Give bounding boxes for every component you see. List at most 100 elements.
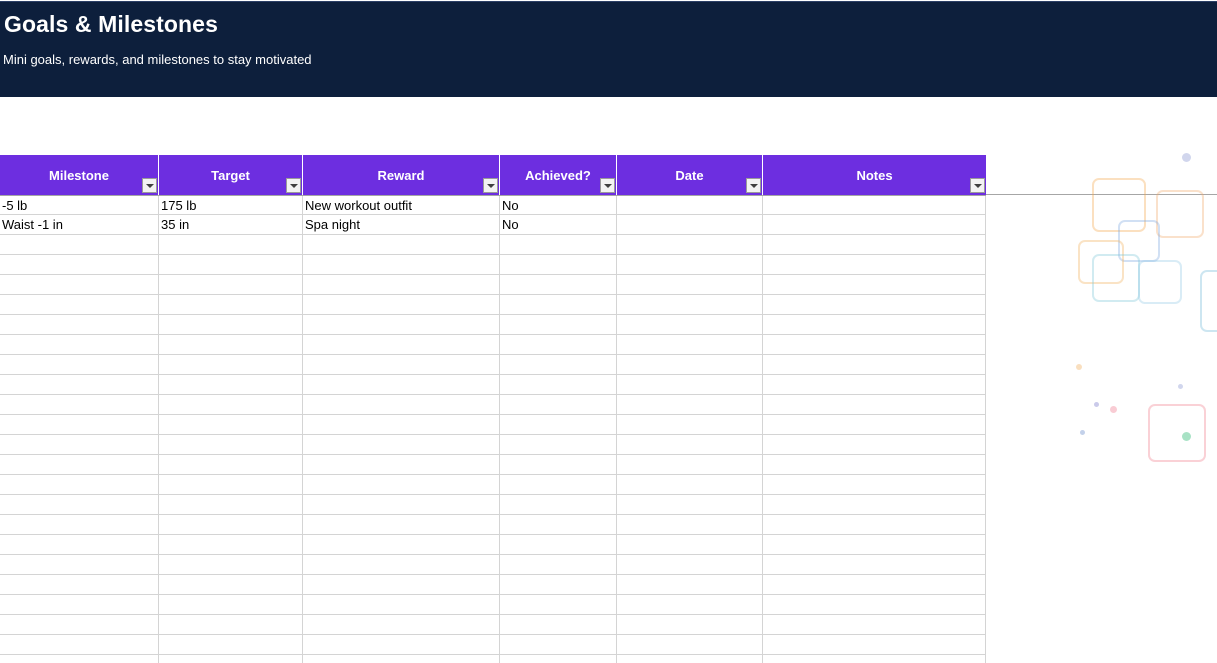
cell-target[interactable] xyxy=(159,435,303,454)
cell-notes[interactable] xyxy=(763,595,986,614)
cell-notes[interactable] xyxy=(763,196,986,215)
cell-milestone[interactable] xyxy=(0,395,159,414)
cell-reward[interactable] xyxy=(303,375,500,394)
cell-date[interactable] xyxy=(617,375,763,394)
cell-notes[interactable] xyxy=(763,255,986,274)
cell-reward[interactable] xyxy=(303,235,500,254)
cell-date[interactable] xyxy=(617,215,763,234)
cell-milestone[interactable] xyxy=(0,435,159,454)
cell-achieved[interactable]: No xyxy=(500,215,617,234)
cell-achieved[interactable] xyxy=(500,355,617,374)
cell-target[interactable] xyxy=(159,575,303,594)
cell-reward[interactable] xyxy=(303,515,500,534)
cell-date[interactable] xyxy=(617,295,763,314)
cell-milestone[interactable] xyxy=(0,375,159,394)
cell-notes[interactable] xyxy=(763,535,986,554)
cell-milestone[interactable] xyxy=(0,475,159,494)
cell-achieved[interactable] xyxy=(500,575,617,594)
cell-target[interactable] xyxy=(159,275,303,294)
cell-milestone[interactable] xyxy=(0,575,159,594)
cell-target[interactable] xyxy=(159,315,303,334)
filter-dropdown-icon[interactable] xyxy=(286,178,301,193)
column-header-target[interactable]: Target xyxy=(159,155,303,195)
cell-date[interactable] xyxy=(617,355,763,374)
cell-achieved[interactable] xyxy=(500,595,617,614)
cell-achieved[interactable] xyxy=(500,455,617,474)
cell-target[interactable] xyxy=(159,635,303,654)
cell-reward[interactable] xyxy=(303,575,500,594)
cell-reward[interactable] xyxy=(303,315,500,334)
cell-notes[interactable] xyxy=(763,315,986,334)
cell-target[interactable] xyxy=(159,595,303,614)
cell-milestone[interactable] xyxy=(0,255,159,274)
cell-date[interactable] xyxy=(617,335,763,354)
cell-reward[interactable] xyxy=(303,335,500,354)
cell-notes[interactable] xyxy=(763,375,986,394)
cell-reward[interactable] xyxy=(303,395,500,414)
cell-reward[interactable] xyxy=(303,595,500,614)
cell-notes[interactable] xyxy=(763,335,986,354)
column-header-achieved[interactable]: Achieved? xyxy=(500,155,617,195)
cell-target[interactable] xyxy=(159,535,303,554)
cell-achieved[interactable] xyxy=(500,295,617,314)
filter-dropdown-icon[interactable] xyxy=(970,178,985,193)
filter-dropdown-icon[interactable] xyxy=(483,178,498,193)
cell-achieved[interactable] xyxy=(500,475,617,494)
cell-target[interactable] xyxy=(159,235,303,254)
cell-target[interactable]: 35 in xyxy=(159,215,303,234)
cell-reward[interactable] xyxy=(303,535,500,554)
cell-notes[interactable] xyxy=(763,355,986,374)
cell-milestone[interactable] xyxy=(0,515,159,534)
cell-reward[interactable] xyxy=(303,555,500,574)
cell-reward[interactable] xyxy=(303,475,500,494)
cell-date[interactable] xyxy=(617,575,763,594)
cell-achieved[interactable] xyxy=(500,555,617,574)
cell-target[interactable] xyxy=(159,295,303,314)
cell-date[interactable] xyxy=(617,475,763,494)
column-header-reward[interactable]: Reward xyxy=(303,155,500,195)
cell-milestone[interactable] xyxy=(0,315,159,334)
cell-milestone[interactable] xyxy=(0,275,159,294)
cell-date[interactable] xyxy=(617,535,763,554)
cell-reward[interactable] xyxy=(303,275,500,294)
cell-notes[interactable] xyxy=(763,575,986,594)
column-header-date[interactable]: Date xyxy=(617,155,763,195)
cell-notes[interactable] xyxy=(763,635,986,654)
cell-milestone[interactable] xyxy=(0,495,159,514)
cell-notes[interactable] xyxy=(763,395,986,414)
cell-target[interactable] xyxy=(159,335,303,354)
cell-achieved[interactable] xyxy=(500,275,617,294)
cell-achieved[interactable] xyxy=(500,435,617,454)
column-header-notes[interactable]: Notes xyxy=(763,155,986,195)
cell-reward[interactable] xyxy=(303,615,500,634)
cell-target[interactable] xyxy=(159,555,303,574)
cell-milestone[interactable] xyxy=(0,235,159,254)
cell-target[interactable] xyxy=(159,655,303,663)
cell-target[interactable] xyxy=(159,615,303,634)
cell-milestone[interactable] xyxy=(0,455,159,474)
cell-date[interactable] xyxy=(617,455,763,474)
cell-milestone[interactable] xyxy=(0,635,159,654)
cell-reward[interactable] xyxy=(303,455,500,474)
cell-reward[interactable] xyxy=(303,415,500,434)
cell-achieved[interactable] xyxy=(500,615,617,634)
cell-notes[interactable] xyxy=(763,275,986,294)
cell-date[interactable] xyxy=(617,255,763,274)
cell-reward[interactable] xyxy=(303,295,500,314)
cell-target[interactable] xyxy=(159,375,303,394)
cell-target[interactable] xyxy=(159,355,303,374)
cell-notes[interactable] xyxy=(763,455,986,474)
cell-date[interactable] xyxy=(617,555,763,574)
cell-target[interactable] xyxy=(159,455,303,474)
cell-milestone[interactable] xyxy=(0,335,159,354)
cell-notes[interactable] xyxy=(763,515,986,534)
cell-milestone[interactable] xyxy=(0,555,159,574)
cell-reward[interactable] xyxy=(303,435,500,454)
cell-notes[interactable] xyxy=(763,435,986,454)
cell-notes[interactable] xyxy=(763,235,986,254)
cell-notes[interactable] xyxy=(763,495,986,514)
filter-dropdown-icon[interactable] xyxy=(746,178,761,193)
cell-achieved[interactable] xyxy=(500,375,617,394)
cell-date[interactable] xyxy=(617,635,763,654)
cell-date[interactable] xyxy=(617,415,763,434)
